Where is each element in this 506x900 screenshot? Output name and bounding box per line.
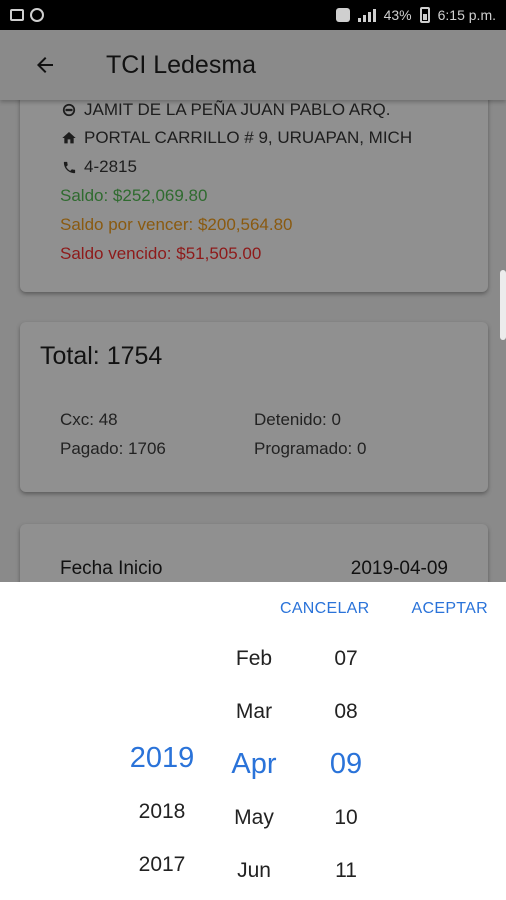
whatsapp-icon (30, 8, 44, 22)
fecha-inicio-label: Fecha Inicio (60, 558, 163, 579)
notification-icons (10, 8, 44, 22)
day-option[interactable]: 11 (306, 844, 386, 897)
saldo-por-vencer-label: Saldo por vencer: $200,564.80 (60, 215, 293, 234)
detenido-stat: Detenido: 0 (254, 410, 341, 429)
alarm-icon (335, 8, 350, 22)
back-button[interactable] (20, 40, 70, 90)
accept-button[interactable]: ACEPTAR (412, 600, 488, 618)
programado-stat: Programado: 0 (254, 439, 367, 458)
home-icon (60, 130, 78, 146)
day-option[interactable]: 07 (306, 632, 386, 685)
image-notification-icon (10, 9, 24, 21)
client-name: JAMIT DE LA PEÑA JUAN PABLO ARQ. (84, 100, 391, 119)
client-address-row: PORTAL CARRILLO # 9, URUAPAN, MICH (60, 128, 412, 148)
date-picker-sheet: CANCELAR ACEPTAR 2019 2018 2017 Feb Mar … (0, 582, 506, 900)
pagado-stat: Pagado: 1706 (60, 439, 166, 458)
month-option[interactable]: Jun (214, 844, 294, 897)
cancel-button[interactable]: CANCELAR (280, 600, 370, 618)
client-phone-row: 4-2815 (60, 157, 137, 177)
battery-icon (419, 7, 430, 23)
clock: 6:15 p.m. (437, 7, 496, 23)
year-wheel[interactable]: 2019 2018 2017 (110, 732, 214, 900)
battery-percent: 43% (383, 7, 412, 23)
year-option[interactable]: 2017 (110, 838, 214, 891)
day-wheel[interactable]: 07 08 09 10 11 (306, 632, 386, 900)
day-option[interactable]: 08 (306, 685, 386, 738)
year-option[interactable]: 2018 (110, 785, 214, 838)
saldo-vencido-label: Saldo vencido: $51,505.00 (60, 244, 262, 263)
totals-card: Total: 1754 Cxc: 48 Detenido: 0 Pagado: … (20, 322, 488, 492)
status-bar: 43% 6:15 p.m. (0, 0, 506, 30)
month-option[interactable]: Feb (214, 632, 294, 685)
month-option[interactable]: Apr (214, 738, 294, 791)
person-icon (60, 103, 78, 117)
content-area[interactable]: JAMIT DE LA PEÑA JUAN PABLO ARQ. PORTAL … (0, 100, 506, 582)
client-address: PORTAL CARRILLO # 9, URUAPAN, MICH (84, 128, 413, 147)
picker-actions: CANCELAR ACEPTAR (280, 600, 488, 618)
day-option[interactable]: 09 (306, 738, 386, 791)
phone-icon (60, 160, 78, 175)
client-phone: 4-2815 (84, 157, 137, 176)
month-wheel[interactable]: Feb Mar Apr May Jun (214, 632, 294, 900)
client-name-row: JAMIT DE LA PEÑA JUAN PABLO ARQ. (60, 100, 390, 120)
month-option[interactable]: Mar (214, 685, 294, 738)
cxc-stat: Cxc: 48 (60, 410, 118, 429)
day-option[interactable]: 10 (306, 791, 386, 844)
total-title: Total: 1754 (40, 342, 163, 370)
system-indicators: 43% 6:15 p.m. (335, 7, 496, 23)
year-option[interactable]: 2019 (110, 732, 214, 785)
scrollbar-thumb[interactable] (500, 270, 506, 340)
arrow-back-icon (37, 57, 53, 73)
page-title: TCI Ledesma (106, 50, 257, 79)
saldo-label: Saldo: $252,069.80 (60, 186, 208, 205)
fecha-inicio-value[interactable]: 2019-04-09 (351, 558, 448, 580)
month-option[interactable]: May (214, 791, 294, 844)
client-info-card: JAMIT DE LA PEÑA JUAN PABLO ARQ. PORTAL … (20, 100, 488, 292)
app-bar: TCI Ledesma (0, 30, 506, 100)
signal-icon (357, 8, 376, 22)
fecha-inicio-card[interactable]: Fecha Inicio 2019-04-09 (20, 524, 488, 582)
